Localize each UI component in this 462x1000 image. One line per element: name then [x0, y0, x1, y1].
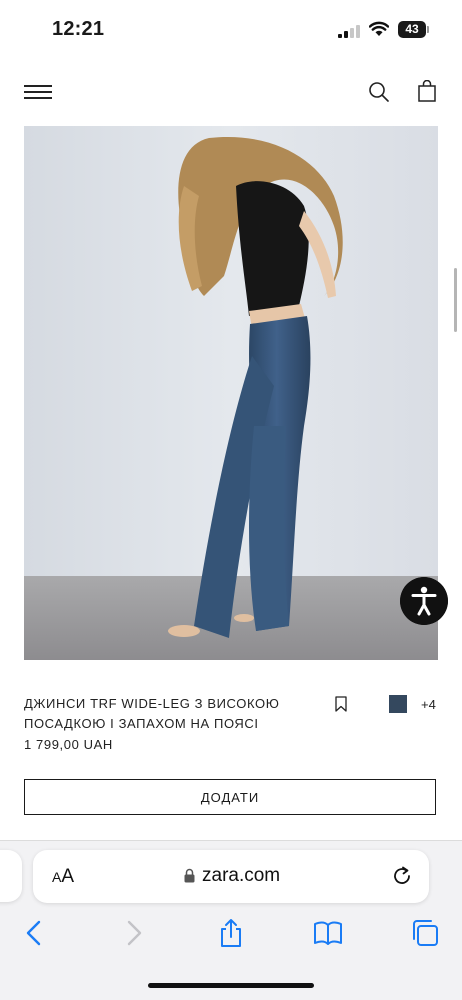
add-to-cart-button[interactable]: ДОДАТИ — [24, 779, 436, 815]
url-text[interactable]: zara.com — [202, 865, 280, 887]
page-scrollbar[interactable] — [454, 268, 457, 332]
color-swatch[interactable] — [389, 695, 407, 713]
wifi-icon — [369, 21, 389, 36]
lock-icon — [184, 868, 195, 883]
accessibility-icon[interactable] — [400, 577, 448, 625]
bookmark-icon[interactable] — [334, 696, 348, 712]
aa-big-letter: A — [61, 866, 75, 887]
cellular-signal-icon — [338, 24, 362, 38]
product-image[interactable] — [24, 126, 438, 660]
battery-tip — [427, 26, 429, 33]
product-price: 1 799,00 UAH — [24, 737, 113, 752]
bookmarks-icon[interactable] — [313, 918, 343, 948]
more-colors-count[interactable]: +4 — [421, 697, 436, 712]
search-icon[interactable] — [368, 81, 390, 103]
forward-arrow-icon[interactable] — [118, 918, 148, 948]
shopping-bag-icon[interactable] — [416, 80, 438, 102]
status-time: 12:21 — [52, 18, 105, 40]
back-arrow-icon[interactable] — [20, 918, 50, 948]
hamburger-menu-icon[interactable] — [24, 84, 52, 100]
aa-small-letter: A — [52, 869, 62, 885]
home-indicator — [148, 983, 314, 988]
reload-icon[interactable] — [391, 865, 413, 887]
battery-indicator: 43 — [398, 21, 426, 38]
previous-tab-preview[interactable] — [0, 850, 22, 902]
reader-settings-button[interactable]: AA — [52, 866, 74, 888]
share-icon[interactable] — [216, 918, 246, 948]
product-photo-illustration — [24, 126, 438, 660]
product-title: ДЖИНСИ TRF WIDE-LEG З ВИСОКОЮ ПОСАДКОЮ І… — [24, 696, 280, 731]
tabs-icon[interactable] — [410, 918, 440, 948]
